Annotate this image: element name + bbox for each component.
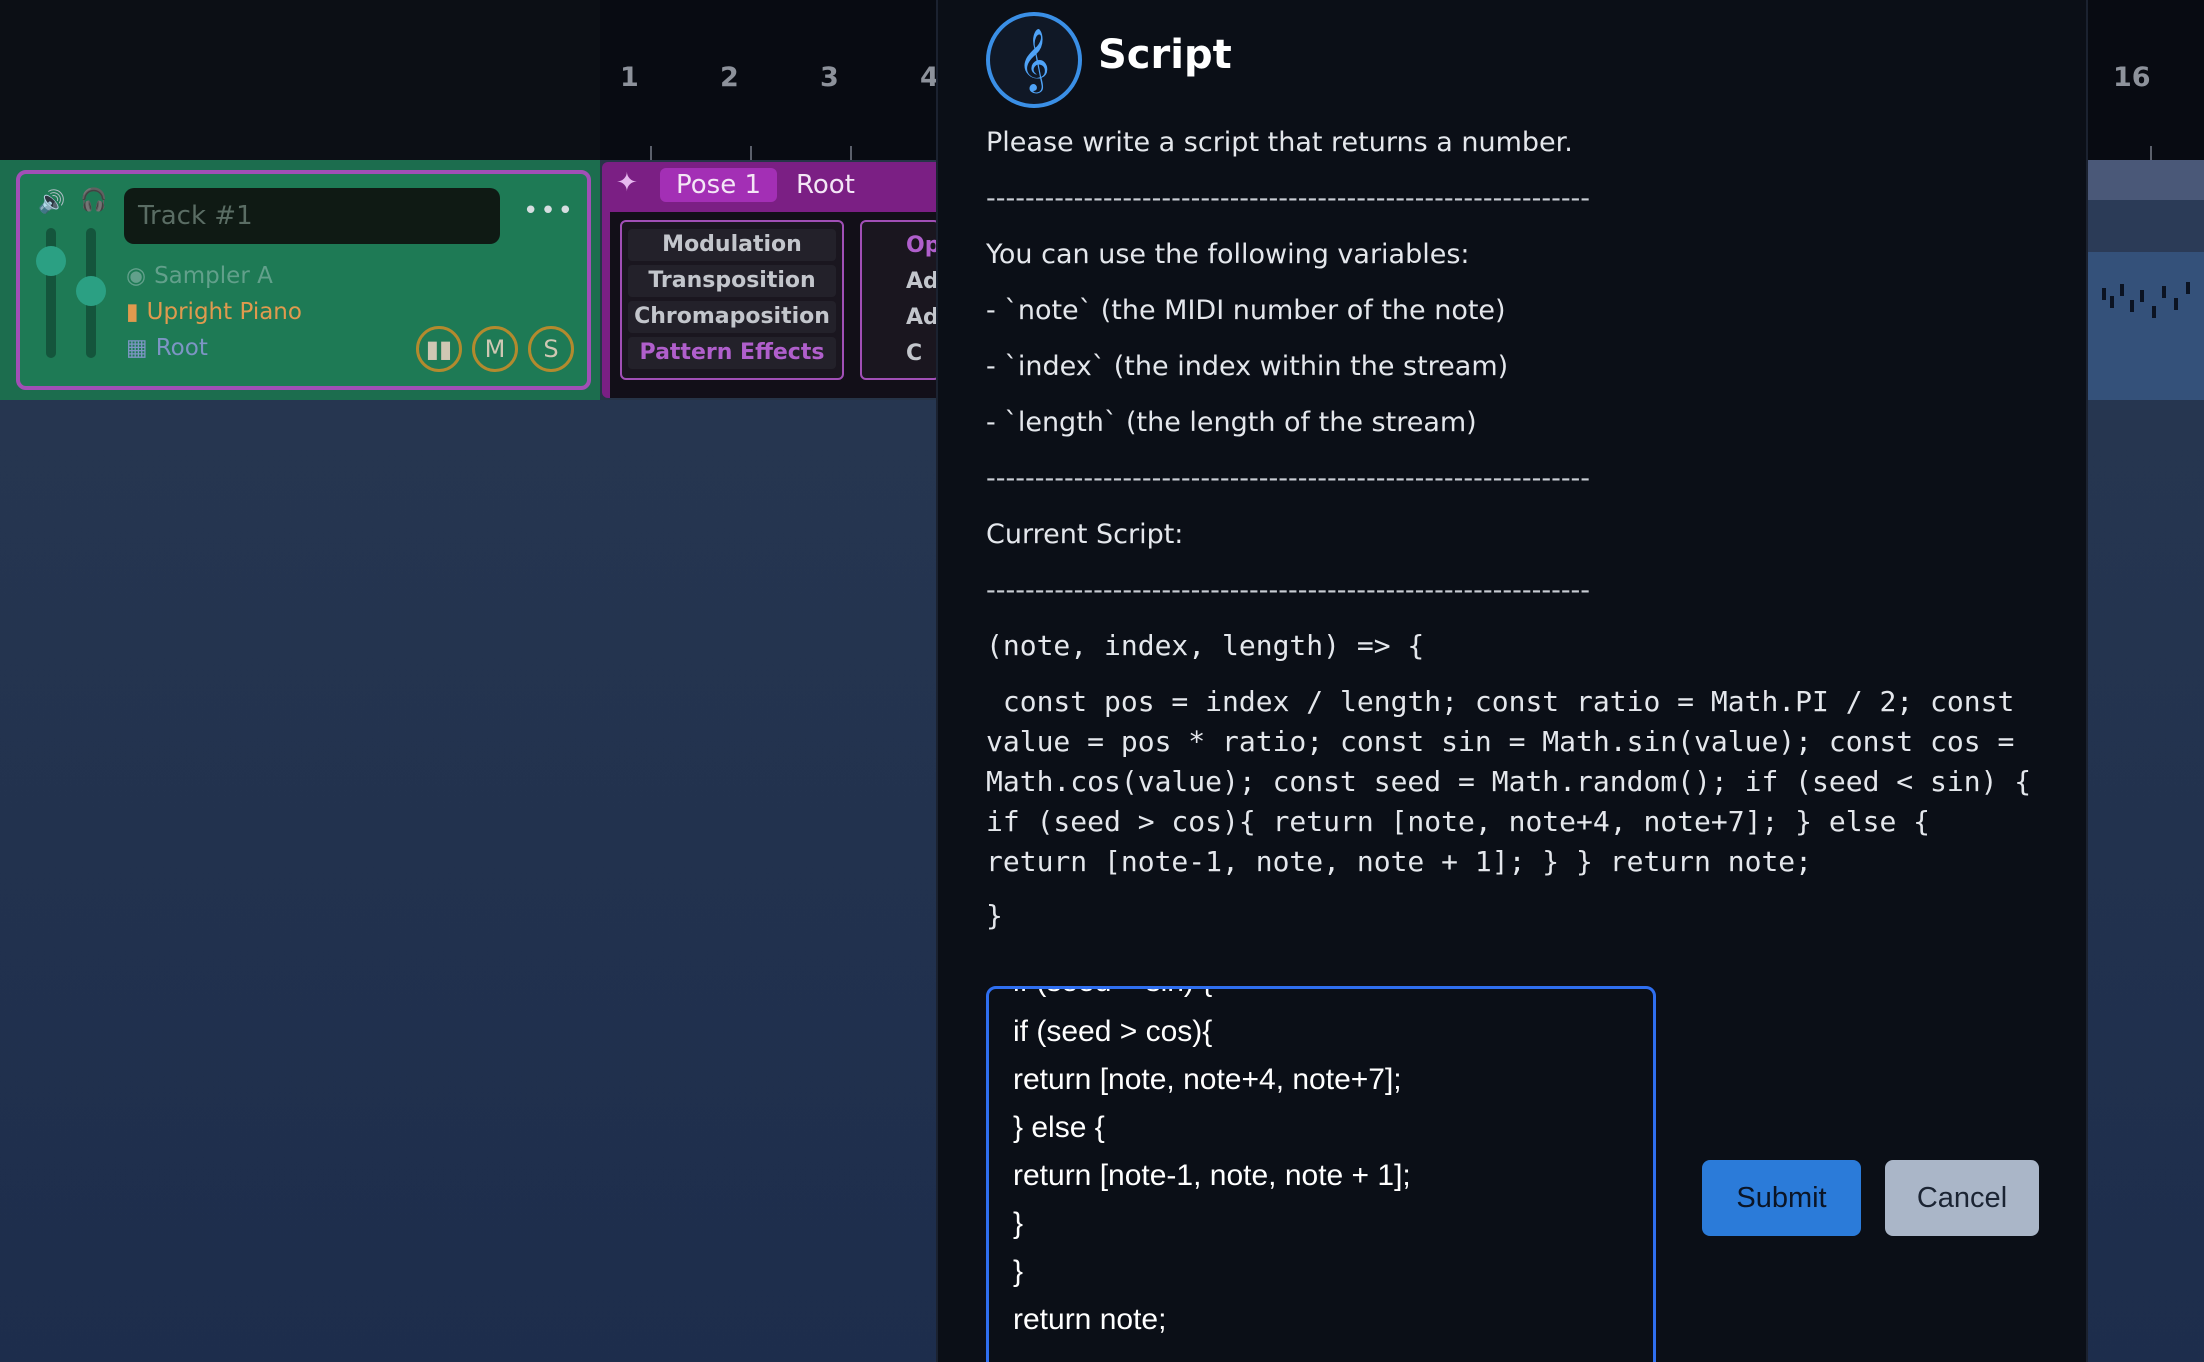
editor-line: return [note, note+4, note+7];	[1013, 1063, 1402, 1096]
editor-line: return [note-1, note, note + 1];	[1013, 1159, 1411, 1192]
var-note: - `note` (the MIDI number of the note)	[986, 295, 1506, 326]
note-mark	[2140, 290, 2144, 302]
pattern-item-right[interactable]: Ad	[906, 305, 939, 330]
bar-number: 2	[720, 62, 739, 93]
root-row[interactable]: ▦ Root	[126, 335, 208, 361]
note-mark	[2174, 298, 2178, 310]
pattern-item-right[interactable]: C	[906, 341, 922, 366]
note-mark	[2102, 288, 2106, 300]
instrument-label: Upright Piano	[146, 299, 302, 325]
note-mark	[2120, 284, 2124, 296]
bar-number: 16	[2113, 62, 2151, 93]
note-mark	[2130, 300, 2134, 312]
track-name-input[interactable]: Track #1	[124, 188, 500, 244]
note-mark	[2186, 282, 2190, 294]
bar-number: 3	[820, 62, 839, 93]
note-mark	[2152, 306, 2156, 318]
ruler-tick	[650, 146, 652, 160]
bar-number: 1	[620, 62, 639, 93]
solo-button[interactable]: S	[528, 326, 574, 372]
note-clip[interactable]	[2088, 252, 2204, 400]
ruler-tick	[850, 146, 852, 160]
pattern-item-chromaposition[interactable]: Chromaposition	[628, 301, 836, 333]
lane-header	[2088, 160, 2204, 200]
pose-badge[interactable]: Pose 1	[660, 168, 778, 202]
note-mark	[2162, 286, 2166, 298]
pan-slider-knob[interactable]	[76, 276, 106, 306]
editor-line: }	[1013, 1255, 1024, 1288]
editor-line: return note;	[1013, 1303, 1167, 1336]
instrument-row[interactable]: ▮ Upright Piano	[126, 299, 302, 325]
piano-roll-button[interactable]: ▮▮	[416, 326, 462, 372]
separator: ----------------------------------------…	[986, 463, 1591, 494]
sampler-row[interactable]: ◉ Sampler A	[126, 263, 273, 289]
submit-button[interactable]: Submit	[1702, 1160, 1861, 1236]
timeline-corner	[0, 0, 600, 160]
editor-line: } else {	[1013, 1111, 1105, 1144]
var-index: - `index` (the index within the stream)	[986, 351, 1509, 382]
pattern-item-modulation[interactable]: Modulation	[628, 229, 836, 261]
editor-line: if (seed < sin) {	[1013, 989, 1212, 999]
dialog-intro: Please write a script that returns a num…	[986, 127, 1573, 158]
pattern-root-label[interactable]: Root	[796, 170, 855, 200]
editor-line: if (seed > cos){	[1013, 1015, 1213, 1048]
separator: ----------------------------------------…	[986, 183, 1591, 214]
separator: ----------------------------------------…	[986, 575, 1591, 606]
volume-icon: 🔊	[38, 190, 66, 215]
vars-heading: You can use the following variables:	[986, 239, 1470, 270]
var-length: - `length` (the length of the stream)	[986, 407, 1477, 438]
treble-clef-icon: 𝄞	[986, 12, 1082, 108]
pattern-item-transposition[interactable]: Transposition	[628, 265, 836, 297]
note-mark	[2110, 296, 2114, 308]
code-close: }	[986, 899, 1003, 932]
piano-icon: ▮	[126, 299, 139, 325]
globe-icon: ◉	[126, 263, 147, 289]
keyboard-icon: ▮▮	[425, 335, 453, 363]
track-menu-button[interactable]: •••	[523, 196, 575, 226]
calculator-icon: ▦	[126, 335, 148, 361]
current-script-code: const pos = index / length; const ratio …	[986, 685, 2049, 878]
script-editor[interactable]: if (seed < sin) { if (seed > cos){ retur…	[986, 986, 1656, 1362]
headphones-icon: 🎧	[80, 188, 108, 213]
sampler-label: Sampler A	[154, 263, 273, 289]
code-open: (note, index, length) => {	[986, 629, 1425, 662]
magic-wand-icon[interactable]: ✦	[616, 168, 638, 198]
volume-slider-knob[interactable]	[36, 246, 66, 276]
pattern-item-effects[interactable]: Pattern Effects	[628, 337, 836, 369]
root-label: Root	[155, 335, 208, 361]
editor-line: }	[1013, 1207, 1024, 1240]
current-script-label: Current Script:	[986, 519, 1184, 550]
pattern-item-right[interactable]: Ad	[906, 269, 939, 294]
cancel-button[interactable]: Cancel	[1885, 1160, 2039, 1236]
dialog-title: Script	[1098, 32, 1232, 78]
ruler-tick	[750, 146, 752, 160]
right-lane	[2088, 160, 2204, 400]
mute-button[interactable]: M	[472, 326, 518, 372]
ruler-tick	[2150, 146, 2152, 160]
